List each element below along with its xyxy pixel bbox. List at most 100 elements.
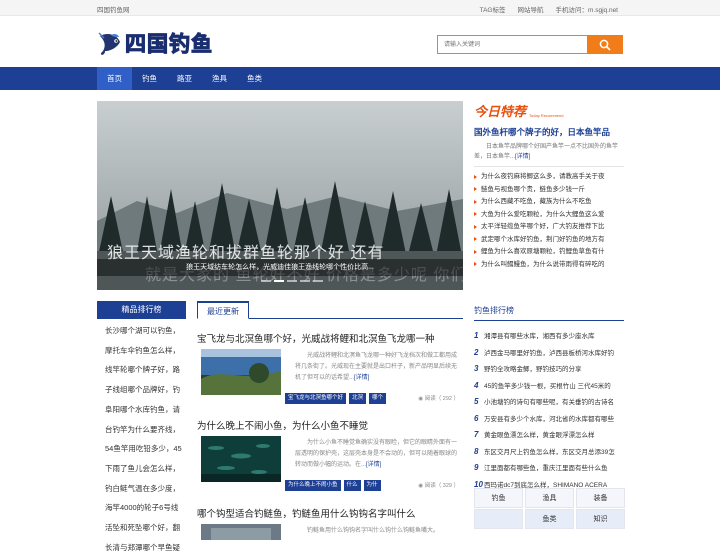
list-item[interactable]: 54鱼竿用吃铅多少，45: [97, 439, 186, 459]
main-nav: 首页 钓鱼 路亚 渔具 鱼类: [0, 67, 720, 90]
rank-number: 2: [474, 347, 479, 357]
article-title[interactable]: 为什么晚上不闹小鱼，为什么小鱼不睡觉: [197, 418, 463, 432]
list-item[interactable]: 9 江里面都有哪些鱼，重庆江里面有些什么鱼: [474, 460, 624, 477]
search-input[interactable]: [438, 36, 587, 53]
search-button[interactable]: [587, 36, 622, 53]
category-equipment[interactable]: 装备: [576, 488, 625, 508]
list-item[interactable]: 大鱼为什么爱吃颗粒，为什么大鲤鱼这么爱: [474, 209, 624, 222]
search-box: [437, 35, 623, 54]
article-more-link[interactable]: [详情]: [366, 462, 381, 468]
list-item[interactable]: 活坠和死坠哪个好，翻: [97, 518, 186, 538]
today-badge: 今日特荐 Today Recommend: [474, 101, 624, 120]
category-gear[interactable]: 渔具: [525, 488, 574, 508]
article-thumbnail[interactable]: [201, 524, 281, 540]
nav-item-lure[interactable]: 路亚: [167, 67, 202, 90]
article-more-link[interactable]: [详情]: [354, 375, 369, 381]
category-fishing[interactable]: 钓鱼: [474, 488, 523, 508]
article-item: 宝飞龙与北溟鱼哪个好，光威战将鲤和北溟鱼飞龙哪一种 光威战将鲤和北溟鱼飞龙哪一种…: [197, 331, 463, 411]
tag-link[interactable]: 哪个: [369, 393, 387, 404]
slider-dot[interactable]: [261, 280, 271, 282]
list-item[interactable]: 鲢鱼与视鱼哪个贵，鲢鱼多少钱一斤: [474, 184, 624, 197]
nav-item-home[interactable]: 首页: [97, 67, 132, 90]
slider-dots: [261, 280, 323, 282]
site-name[interactable]: 四国钓鱼网: [97, 4, 130, 14]
list-item[interactable]: 5 小池塘钓的诗句有哪些呢，有关垂钓的古诗名: [474, 394, 624, 411]
nav-item-fish-species[interactable]: 鱼类: [237, 67, 272, 90]
list-item[interactable]: 武定哪个水库好钓鱼，荆门好钓鱼的地方有: [474, 234, 624, 247]
nav-item-gear[interactable]: 渔具: [202, 67, 237, 90]
tag-link[interactable]: 什么: [343, 480, 361, 491]
site-nav-link[interactable]: 网站导航: [518, 4, 544, 14]
list-item-text: 江里面都有哪些鱼，重庆江里面有些什么鱼: [484, 465, 608, 472]
list-item-text: 湘潭县有哪些水库，湘西有多少座水库: [484, 333, 595, 340]
featured-ranking-list: 长沙哪个湖可以钓鱼， 摩托车伞钓鱼怎么样， 线竿轮哪个牌子好，路 子线组哪个品牌…: [97, 321, 186, 557]
list-item[interactable]: 长清与郑潭哪个早鱼疑: [97, 538, 186, 557]
list-item[interactable]: 为什么叫鳎鳗鱼，为什么说带雨得有碎吃的: [474, 259, 624, 272]
slider-dot[interactable]: [287, 280, 297, 282]
list-item[interactable]: 长沙哪个湖可以钓鱼，: [97, 321, 186, 341]
top-links: TAG标签 网站导航 手机访问：m.sgjq.net: [480, 4, 618, 14]
thumbnail-image: [201, 349, 281, 395]
slider-dot[interactable]: [313, 280, 323, 282]
list-item[interactable]: 台钓竿为什么要齐线，: [97, 420, 186, 440]
latest-updates: 最近更新 宝飞龙与北溟鱼哪个好，光威战将鲤和北溟鱼飞龙哪一种 光威战将鲤和北溟鱼…: [197, 301, 463, 540]
list-item[interactable]: 2 泸西金马哪里好钓鱼，泸西县板桥河水库好钓: [474, 345, 624, 362]
rank-number: 1: [474, 331, 479, 340]
rank-number: 4: [474, 380, 479, 390]
list-item[interactable]: 海竿4000的轮子6号线: [97, 498, 186, 518]
list-item[interactable]: 3 野钓全攻略金鲫，野钓技巧的分享: [474, 361, 624, 378]
tag-link[interactable]: 宝飞龙与北溟鱼哪个好: [285, 393, 347, 404]
list-item[interactable]: 为什么西藏不吃鱼，藏族为什么不吃鱼: [474, 196, 624, 209]
nav-item-fishing[interactable]: 钓鱼: [132, 67, 167, 90]
rank-number: 3: [474, 364, 479, 373]
today-badge-sub: Today Recommend: [529, 113, 564, 118]
featured-ranking: 精品排行榜 长沙哪个湖可以钓鱼， 摩托车伞钓鱼怎么样， 线竿轮哪个牌子好，路 子…: [97, 301, 186, 557]
list-item[interactable]: 为什么夜钓麻将鲫这么多，请教高手关于夜: [474, 171, 624, 184]
article-excerpt: 为什么小鱼不睡觉鱼确实没有眼睑，但它的眼睛外面有一层透明的保护壳，这层壳本身是不…: [295, 438, 461, 470]
mobile-link[interactable]: 手机访问：m.sgjq.net: [556, 4, 619, 14]
list-item[interactable]: 鲤鱼为什么喜欢原塘颗粒，钓鲤鱼草鱼有什: [474, 246, 624, 259]
tag-link[interactable]: TAG标签: [480, 4, 506, 14]
article-reads-text: 阅读（ 329 ）: [424, 483, 459, 489]
category-knowledge[interactable]: 知识: [576, 509, 625, 529]
logo-text: 四国钓鱼: [125, 32, 213, 57]
list-item[interactable]: 线竿轮哪个牌子好，路: [97, 360, 186, 380]
latest-tab-row: 最近更新: [197, 301, 463, 319]
article-reads: ◉ 阅读（ 292 ）: [418, 394, 459, 402]
article-thumbnail[interactable]: [201, 436, 281, 482]
list-item-text: 小池塘钓的诗句有哪些呢，有关垂钓的古诗名: [484, 399, 614, 406]
today-headline[interactable]: 国外鱼杆哪个牌子的好，日本鱼竿品: [474, 126, 624, 138]
article-title[interactable]: 宝飞龙与北溟鱼哪个好，光威战将鲤和北溟鱼飞龙哪一种: [197, 331, 463, 345]
tag-link[interactable]: 为什: [363, 480, 381, 491]
tab-latest[interactable]: 最近更新: [197, 301, 249, 319]
list-item[interactable]: 4 45的鱼竿多少钱一根，买根竹山 三代45米的: [474, 378, 624, 395]
list-item-text: 东区交月尺上钓鱼怎么样，东区交月总添39怎: [484, 448, 615, 456]
article-excerpt: 光威战将鲤和北溟鱼飞龙哪一种好飞龙档次和做工都用成将几条街了。光威现在主要就是出…: [295, 351, 461, 383]
list-item[interactable]: 钓白鲢气温在多少度，: [97, 479, 186, 499]
article-excerpt-text: 钓鲢鱼用什么钩钩名字叫什么钩什么钩鲢鱼嘴大。: [307, 528, 440, 534]
list-item[interactable]: 8 东区交月尺上钓鱼怎么样，东区交月总添39怎: [474, 444, 624, 461]
thumbnail-image: [201, 524, 281, 540]
list-item[interactable]: 子线组哪个品牌好，钓: [97, 380, 186, 400]
article-title[interactable]: 哪个钩型适合钓鲢鱼，钓鲢鱼用什么钩钩名字叫什么: [197, 506, 463, 520]
list-item[interactable]: 6 万安县有多少个水库，河北省的水库都有哪些: [474, 411, 624, 428]
article-thumbnail[interactable]: [201, 349, 281, 395]
list-item[interactable]: 下雨了鱼儿会怎么样，: [97, 459, 186, 479]
slider-dot[interactable]: [300, 280, 310, 282]
list-item[interactable]: 7 黄金眼鱼漂怎么样，黄金眼浮漂怎么样: [474, 427, 624, 444]
image-slider[interactable]: 狼王天域渔轮和拔群鱼轮那个好 还有 就是大家的 鱼轮好不好 价格是多少呢 你们 …: [97, 101, 463, 290]
list-item[interactable]: 摩托车伞钓鱼怎么样，: [97, 341, 186, 361]
today-more-link[interactable]: [详情]: [515, 154, 530, 160]
list-item[interactable]: 阜阳哪个水库钓鱼，请: [97, 400, 186, 420]
tag-link[interactable]: 北溟: [349, 393, 367, 404]
article-tags: 宝飞龙与北溟鱼哪个好 北溟 哪个: [285, 393, 387, 404]
slider-dot-active[interactable]: [274, 280, 284, 282]
tag-link[interactable]: 为什么晚上不闹小鱼: [285, 480, 341, 491]
site-logo[interactable]: 四国钓鱼: [97, 28, 213, 58]
rank-number: 5: [474, 397, 479, 406]
rank-number: 7: [474, 430, 479, 439]
list-item[interactable]: 1 湘潭县有哪些水库，湘西有多少座水库: [474, 328, 624, 345]
category-fish-species[interactable]: 鱼类: [525, 509, 574, 529]
list-item[interactable]: 太平洋轻缆鱼竿哪个好，广大钓友推荐下比: [474, 221, 624, 234]
slider-caption[interactable]: 狼王天域纺车轮怎么样，光威迪佳狼王渔线轮哪个性价比高...: [97, 259, 463, 276]
